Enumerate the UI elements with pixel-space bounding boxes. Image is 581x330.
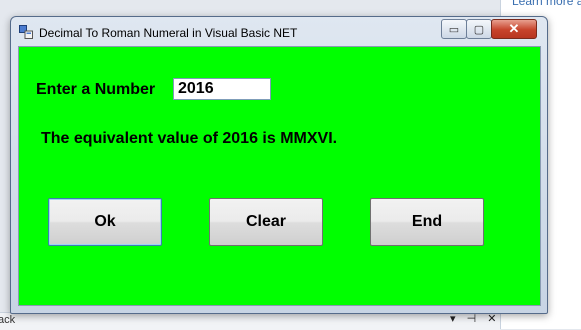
background-link[interactable]: Learn more a bbox=[512, 0, 581, 8]
minimize-icon: ▭ bbox=[448, 23, 460, 36]
background-bottom-bar bbox=[0, 312, 500, 330]
close-icon: ✕ bbox=[508, 21, 520, 36]
maximize-button[interactable]: ▢ bbox=[466, 19, 492, 39]
number-label: Enter a Number bbox=[36, 81, 156, 98]
minimize-button[interactable]: ▭ bbox=[441, 19, 467, 39]
form-client-area: Enter a Number The equivalent value of 2… bbox=[18, 46, 541, 306]
app-window: Decimal To Roman Numeral in Visual Basic… bbox=[10, 16, 548, 314]
number-input[interactable] bbox=[173, 78, 271, 100]
window-title: Decimal To Roman Numeral in Visual Basic… bbox=[39, 26, 298, 40]
maximize-icon: ▢ bbox=[473, 23, 485, 36]
clear-button[interactable]: Clear bbox=[209, 198, 323, 246]
title-bar[interactable]: Decimal To Roman Numeral in Visual Basic… bbox=[11, 17, 547, 47]
app-icon[interactable] bbox=[19, 25, 33, 39]
result-text: The equivalent value of 2016 is MMXVI. bbox=[41, 130, 338, 147]
ok-button[interactable]: Ok bbox=[48, 198, 162, 246]
close-button[interactable]: ✕ bbox=[491, 19, 537, 39]
end-button[interactable]: End bbox=[370, 198, 484, 246]
background-bottom-text: ack bbox=[0, 314, 16, 326]
